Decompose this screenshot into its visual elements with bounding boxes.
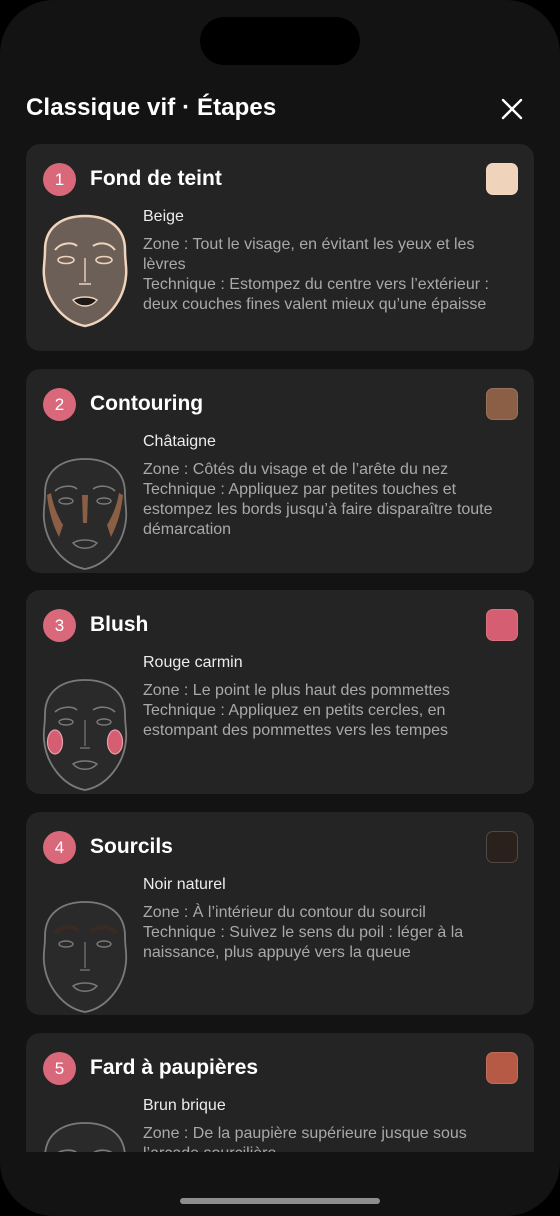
step-number-badge: 3 — [43, 609, 76, 642]
step-description: Zone : Tout le visage, en évitant les ye… — [143, 235, 515, 315]
step-card-foundation: 1 Fond de teint Beige Zone : Tout le vis… — [26, 144, 534, 351]
step-description: Zone : Côtés du visage et de l’arête du … — [143, 460, 515, 540]
color-swatch — [486, 831, 518, 863]
step-description: Zone : Le point le plus haut des pommett… — [143, 681, 515, 741]
shade-name: Rouge carmin — [143, 654, 243, 671]
face-diagram-icon — [39, 676, 131, 794]
technique-text: Technique : Appliquez en petits cercles,… — [143, 702, 449, 739]
step-number-badge: 4 — [43, 831, 76, 864]
step-description: Zone : De la paupière supérieure jusque … — [143, 1124, 515, 1152]
step-number-badge: 5 — [43, 1052, 76, 1085]
step-title: Contouring — [90, 392, 204, 415]
shade-name: Châtaigne — [143, 433, 216, 450]
color-swatch — [486, 388, 518, 420]
color-swatch — [486, 609, 518, 641]
face-diagram-icon — [39, 455, 131, 573]
phone-screen: Classique vif · Étapes 1 Fond de teint B… — [0, 0, 560, 1216]
step-title: Blush — [90, 613, 149, 636]
shade-name: Noir naturel — [143, 876, 226, 893]
face-diagram-icon — [39, 212, 131, 330]
step-card-contouring: 2 Contouring Châtaigne Zone : Côtés du v… — [26, 369, 534, 573]
color-swatch — [486, 163, 518, 195]
step-card-blush: 3 Blush Rouge carmin Zone : Le point le … — [26, 590, 534, 794]
zone-text: Zone : Côtés du visage et de l’arête du … — [143, 461, 449, 478]
step-number-badge: 1 — [43, 163, 76, 196]
page-title: Classique vif · Étapes — [26, 94, 277, 121]
dynamic-island — [200, 17, 360, 65]
shade-name: Beige — [143, 208, 184, 225]
zone-text: Zone : De la paupière supérieure jusque … — [143, 1125, 467, 1152]
step-description: Zone : À l’intérieur du contour du sourc… — [143, 903, 515, 963]
close-button[interactable] — [494, 91, 530, 127]
close-icon — [501, 98, 523, 120]
shade-name: Brun brique — [143, 1097, 226, 1114]
technique-text: Technique : Suivez le sens du poil : lég… — [143, 924, 464, 961]
technique-text: Technique : Appliquez par petites touche… — [143, 481, 493, 538]
step-title: Fard à paupières — [90, 1056, 259, 1079]
technique-text: Technique : Estompez du centre vers l’ex… — [143, 276, 489, 313]
zone-text: Zone : Tout le visage, en évitant les ye… — [143, 236, 475, 273]
step-number-badge: 2 — [43, 388, 76, 421]
face-diagram-icon — [39, 1119, 131, 1152]
zone-text: Zone : Le point le plus haut des pommett… — [143, 682, 450, 699]
step-card-eyebrows: 4 Sourcils Noir naturel Zone : À l’intér… — [26, 812, 534, 1015]
step-card-eyeshadow: 5 Fard à paupières Brun brique Zone : De… — [26, 1033, 534, 1152]
face-diagram-icon — [39, 898, 131, 1016]
zone-text: Zone : À l’intérieur du contour du sourc… — [143, 904, 426, 921]
home-indicator[interactable] — [180, 1198, 380, 1204]
color-swatch — [486, 1052, 518, 1084]
step-title: Sourcils — [90, 835, 173, 858]
step-title: Fond de teint — [90, 167, 222, 190]
steps-list[interactable]: 1 Fond de teint Beige Zone : Tout le vis… — [0, 144, 560, 1152]
